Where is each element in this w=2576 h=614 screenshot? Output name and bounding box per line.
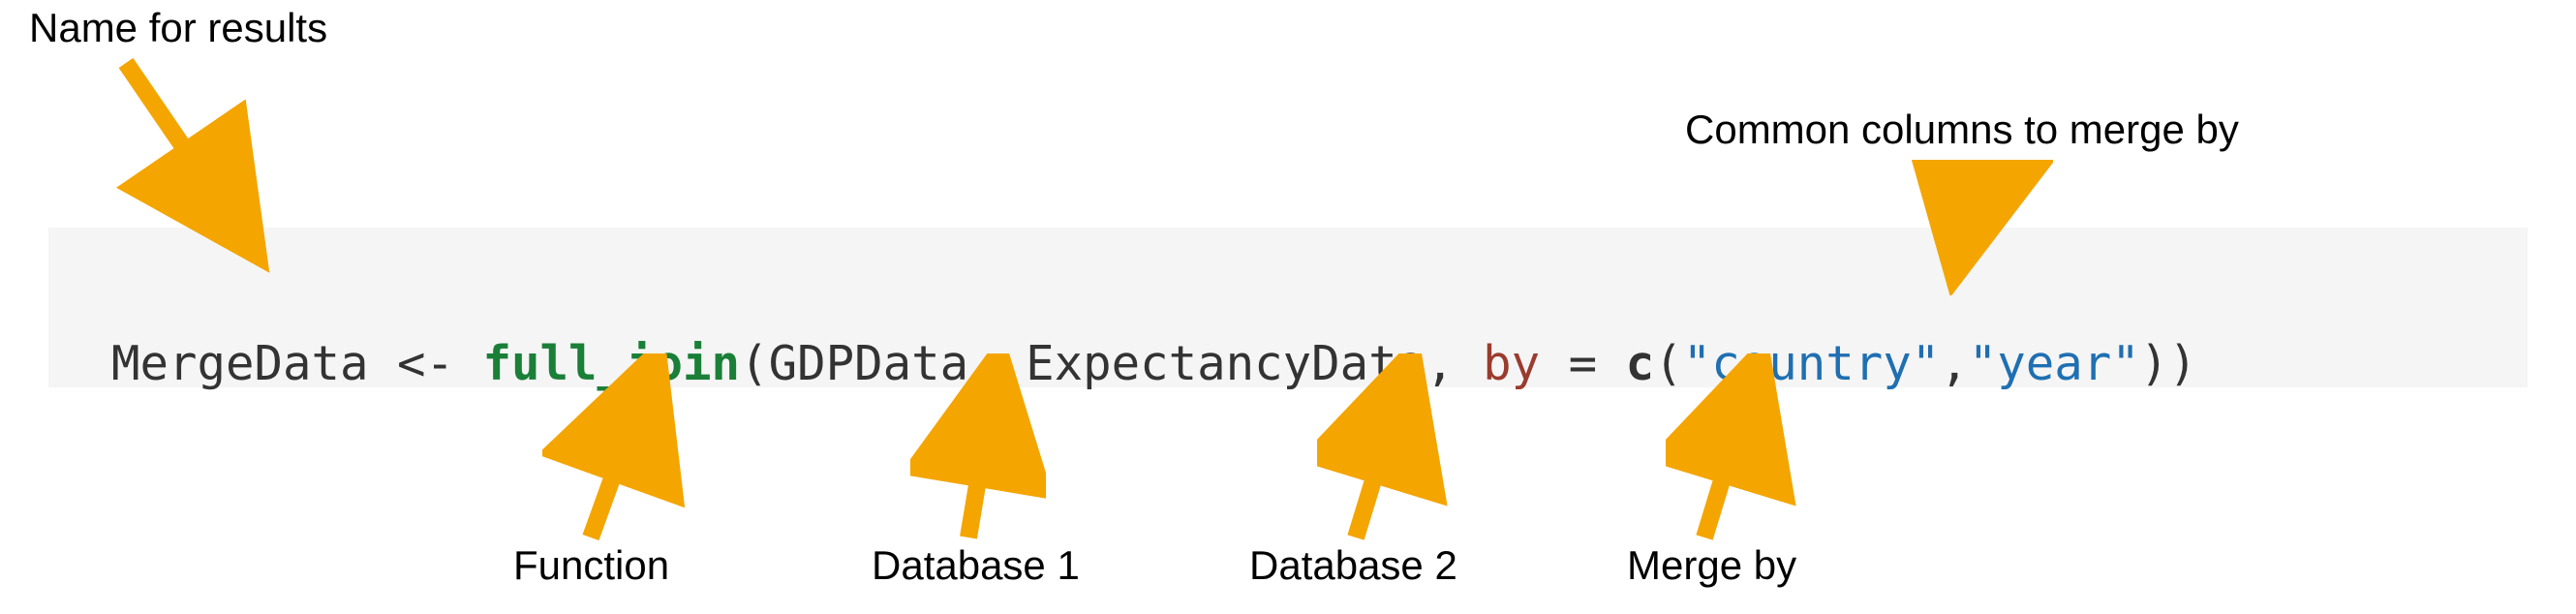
code-c-kw: c [1626, 336, 1655, 391]
code-var: MergeData [111, 336, 369, 391]
arrow-common-columns [1898, 160, 2053, 295]
arrow-merge-by [1666, 353, 1801, 547]
arrow-database-2 [1317, 353, 1453, 547]
code-close-parens: )) [2140, 336, 2197, 391]
code-comma: , [1940, 336, 1969, 391]
label-common-columns: Common columns to merge by [1685, 107, 2239, 153]
arrow-function [542, 353, 697, 547]
code-eq: = [1540, 336, 1626, 391]
code-assign: <- [369, 336, 483, 391]
code-open-paren: ( [740, 336, 769, 391]
label-merge-by: Merge by [1627, 542, 1796, 589]
label-name-for-results: Name for results [29, 5, 327, 51]
code-by-kw: by [1483, 336, 1540, 391]
code-line: MergeData <- full_join(GDPData, Expectan… [111, 281, 2197, 391]
code-str2: "year" [1969, 336, 2140, 391]
label-function: Function [513, 542, 669, 589]
arrow-name-for-results [97, 53, 310, 276]
label-database-2: Database 2 [1249, 542, 1457, 589]
arrow-database-1 [910, 353, 1046, 547]
label-database-1: Database 1 [872, 542, 1080, 589]
